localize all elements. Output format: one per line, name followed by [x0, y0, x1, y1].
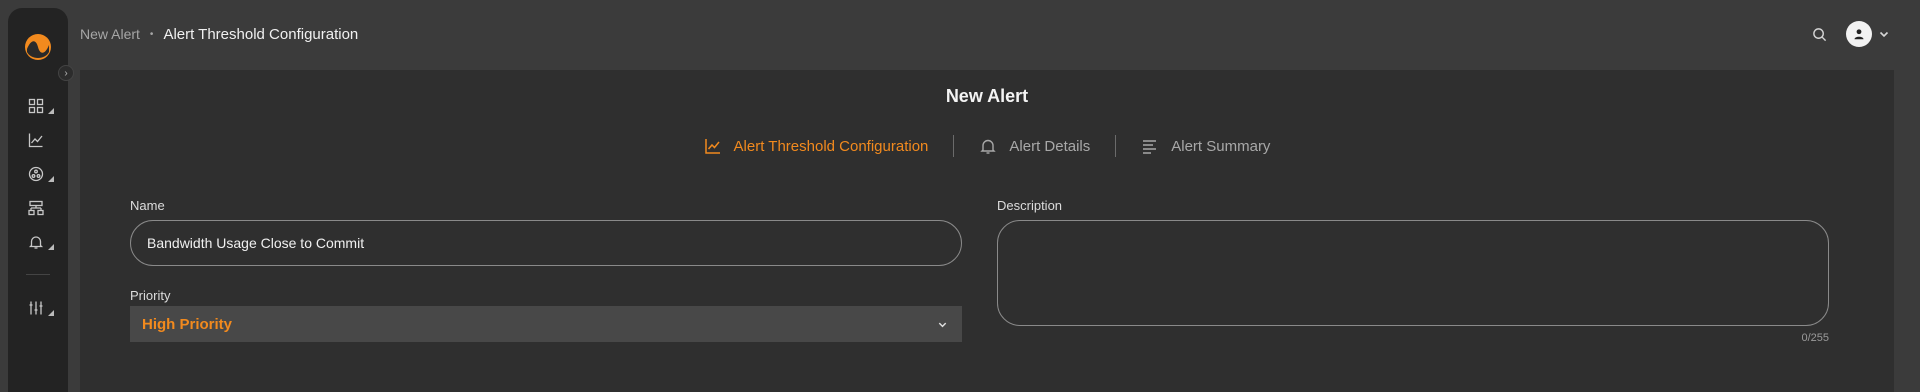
- chart-icon: [28, 133, 43, 148]
- dashboard-icon: [28, 98, 44, 114]
- chevron-right-icon: ›: [64, 67, 68, 79]
- step-divider: [953, 135, 955, 157]
- name-label: Name: [130, 198, 165, 213]
- priority-label: Priority: [130, 288, 171, 303]
- step-threshold-configuration[interactable]: Alert Threshold Configuration: [704, 137, 929, 155]
- chevron-down-icon: [938, 322, 947, 327]
- step-alert-summary[interactable]: Alert Summary: [1141, 137, 1270, 155]
- avatar[interactable]: [1846, 21, 1872, 47]
- description-field[interactable]: [997, 220, 1829, 326]
- submenu-caret-icon: [48, 310, 54, 316]
- user-icon: [1854, 29, 1864, 40]
- breadcrumb: New Alert • Alert Threshold Configuratio…: [80, 24, 358, 44]
- page-title: New Alert: [945, 86, 1029, 106]
- name-field[interactable]: [130, 220, 962, 266]
- search-button[interactable]: [1808, 23, 1830, 45]
- submenu-caret-icon: [48, 176, 54, 182]
- submenu-caret-icon: [48, 244, 54, 250]
- sidebar-collapse-button[interactable]: ›: [58, 65, 74, 81]
- step-label: Alert Threshold Configuration: [733, 137, 929, 155]
- user-menu[interactable]: [1846, 21, 1890, 47]
- sliders-icon: [29, 301, 43, 315]
- line-chart-icon: [704, 139, 720, 154]
- summary-lines-icon: [1143, 140, 1157, 154]
- character-count: 0/255: [1801, 332, 1829, 344]
- priority-select[interactable]: High Priority: [130, 306, 962, 342]
- sidebar-item-dashboards[interactable]: [28, 94, 56, 118]
- step-divider: [1115, 135, 1117, 157]
- logo[interactable]: [23, 32, 53, 62]
- sidebar-divider: [26, 274, 50, 275]
- chevron-down-icon[interactable]: [1878, 28, 1890, 40]
- step-label: Alert Details: [1009, 137, 1091, 155]
- submenu-caret-icon: [48, 108, 54, 114]
- sidebar-item-topology[interactable]: [28, 196, 56, 220]
- sidebar-item-network[interactable]: [28, 162, 56, 186]
- stepper: Alert Threshold Configuration Alert Deta…: [80, 130, 1894, 162]
- logo-icon: [25, 34, 51, 60]
- sidebar-item-analytics[interactable]: [28, 128, 56, 152]
- sidebar-item-alerts[interactable]: [28, 230, 56, 254]
- breadcrumb-current: Alert Threshold Configuration: [163, 25, 359, 43]
- breadcrumb-separator: •: [149, 28, 154, 40]
- description-label: Description: [997, 198, 1063, 213]
- step-label: Alert Summary: [1171, 137, 1271, 155]
- bell-icon: [980, 139, 997, 154]
- bell-icon: [28, 236, 44, 249]
- app-root: › New Alert • Alert Threshold Configurat…: [0, 0, 1920, 392]
- sidebar: [8, 8, 68, 392]
- priority-value: High Priority: [142, 315, 233, 333]
- topology-icon: [28, 200, 44, 216]
- sidebar-item-settings[interactable]: [28, 296, 56, 320]
- network-icon: [28, 166, 44, 182]
- topbar-actions: [1808, 20, 1890, 48]
- step-alert-details[interactable]: Alert Details: [979, 137, 1090, 155]
- search-icon: [1812, 27, 1826, 41]
- breadcrumb-parent[interactable]: New Alert: [80, 26, 140, 42]
